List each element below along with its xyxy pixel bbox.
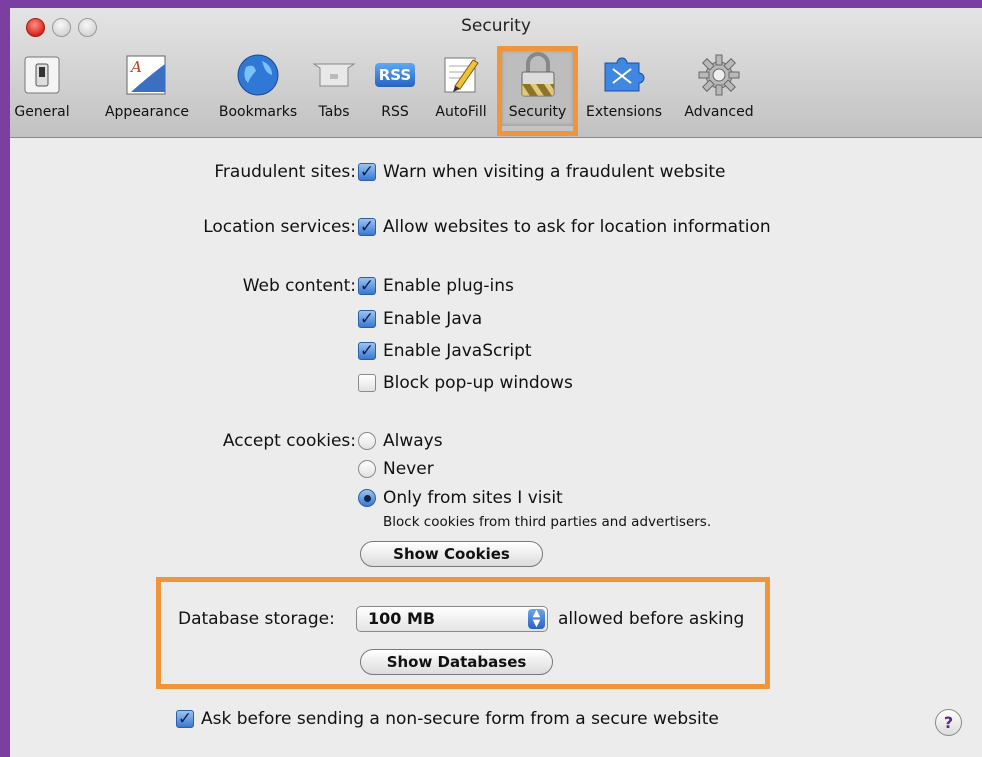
globe-icon [235,52,281,98]
toolbar-tabs[interactable]: Tabs [306,50,362,126]
enable-java-text: Enable Java [383,309,483,329]
show-cookies-button[interactable]: Show Cookies [360,541,543,567]
enable-java-option[interactable]: Enable Java [358,309,482,329]
autofill-pencil-icon [438,52,484,98]
font-panel-icon: A [124,52,170,98]
tabs-icon [311,52,357,98]
gear-icon [696,52,742,98]
cookies-never-option[interactable]: Never [358,459,434,479]
block-popups-text: Block pop-up windows [383,373,573,393]
toolbar-rss[interactable]: RSS RSS [372,50,418,126]
location-option[interactable]: Allow websites to ask for location infor… [358,217,771,237]
enable-java-checkbox[interactable] [358,310,376,328]
enable-plugins-text: Enable plug-ins [383,276,514,296]
nonsecure-form-option[interactable]: Ask before sending a non-secure form fro… [176,709,719,729]
database-storage-label: Database storage: [178,609,335,629]
toolbar-tabs-label: Tabs [318,104,350,120]
toolbar-rss-label: RSS [381,104,409,120]
toolbar-autofill[interactable]: AutoFill [426,50,496,126]
fraud-warning-checkbox[interactable] [358,163,376,181]
svg-text:A: A [129,58,142,76]
location-services-label: Location services: [203,217,356,237]
location-checkbox[interactable] [358,218,376,236]
enable-javascript-text: Enable JavaScript [383,341,532,361]
cookies-always-radio[interactable] [358,432,376,450]
enable-plugins-option[interactable]: Enable plug-ins [358,276,514,296]
toolbar-advanced-label: Advanced [684,104,754,120]
accept-cookies-label: Accept cookies: [222,431,356,451]
toolbar-advanced[interactable]: Advanced [674,50,764,126]
block-popups-checkbox[interactable] [358,374,376,392]
enable-plugins-checkbox[interactable] [358,277,376,295]
help-button[interactable]: ? [935,709,962,736]
cookies-note: Block cookies from third parties and adv… [383,514,712,530]
toolbar-general-label: General [14,104,70,120]
rss-icon: RSS [372,52,418,98]
show-databases-button[interactable]: Show Databases [360,649,553,675]
cookies-visited-radio[interactable] [358,489,376,507]
toolbar-bookmarks-label: Bookmarks [218,104,298,120]
rss-badge: RSS [374,63,416,87]
database-storage-suffix: allowed before asking [558,609,745,629]
fraudulent-sites-label: Fraudulent sites: [214,162,356,182]
database-size-select[interactable]: 100 MB ▲ ▼ [356,606,548,632]
enable-javascript-checkbox[interactable] [358,342,376,360]
cookies-always-text: Always [383,431,443,451]
database-size-value: 100 MB [368,609,436,628]
nonsecure-form-text: Ask before sending a non-secure form fro… [201,709,719,729]
window-title: Security [461,16,531,36]
toolbar-general[interactable]: General [10,50,74,126]
web-content-label: Web content: [242,276,356,296]
fraud-warning-option[interactable]: Warn when visiting a fraudulent website [358,162,725,182]
cookies-visited-text: Only from sites I visit [383,488,563,508]
toolbar-bookmarks[interactable]: Bookmarks [208,50,308,126]
cookies-always-option[interactable]: Always [358,431,443,451]
title-bar: Security General A Appearance Bookmarks … [10,8,982,138]
cookies-never-text: Never [383,459,434,479]
toolbar-autofill-label: AutoFill [435,104,487,120]
location-text: Allow websites to ask for location infor… [383,217,771,237]
cookies-never-radio[interactable] [358,460,376,478]
toolbar-extensions[interactable]: Extensions [576,50,672,126]
block-popups-option[interactable]: Block pop-up windows [358,373,573,393]
fraud-warning-text: Warn when visiting a fraudulent website [383,162,726,182]
puzzle-piece-icon [601,52,647,98]
nonsecure-form-checkbox[interactable] [176,710,194,728]
enable-javascript-option[interactable]: Enable JavaScript [358,341,532,361]
cookies-visited-option[interactable]: Only from sites I visit [358,488,563,508]
toolbar-appearance-label: Appearance [104,104,190,120]
toolbar-appearance[interactable]: A Appearance [92,50,202,126]
toolbar-extensions-label: Extensions [585,104,663,120]
preferences-window: Security General A Appearance Bookmarks … [10,8,982,757]
security-tab-highlight [497,46,578,136]
light-switch-icon [19,52,65,98]
select-arrows-icon: ▲ ▼ [528,609,545,629]
